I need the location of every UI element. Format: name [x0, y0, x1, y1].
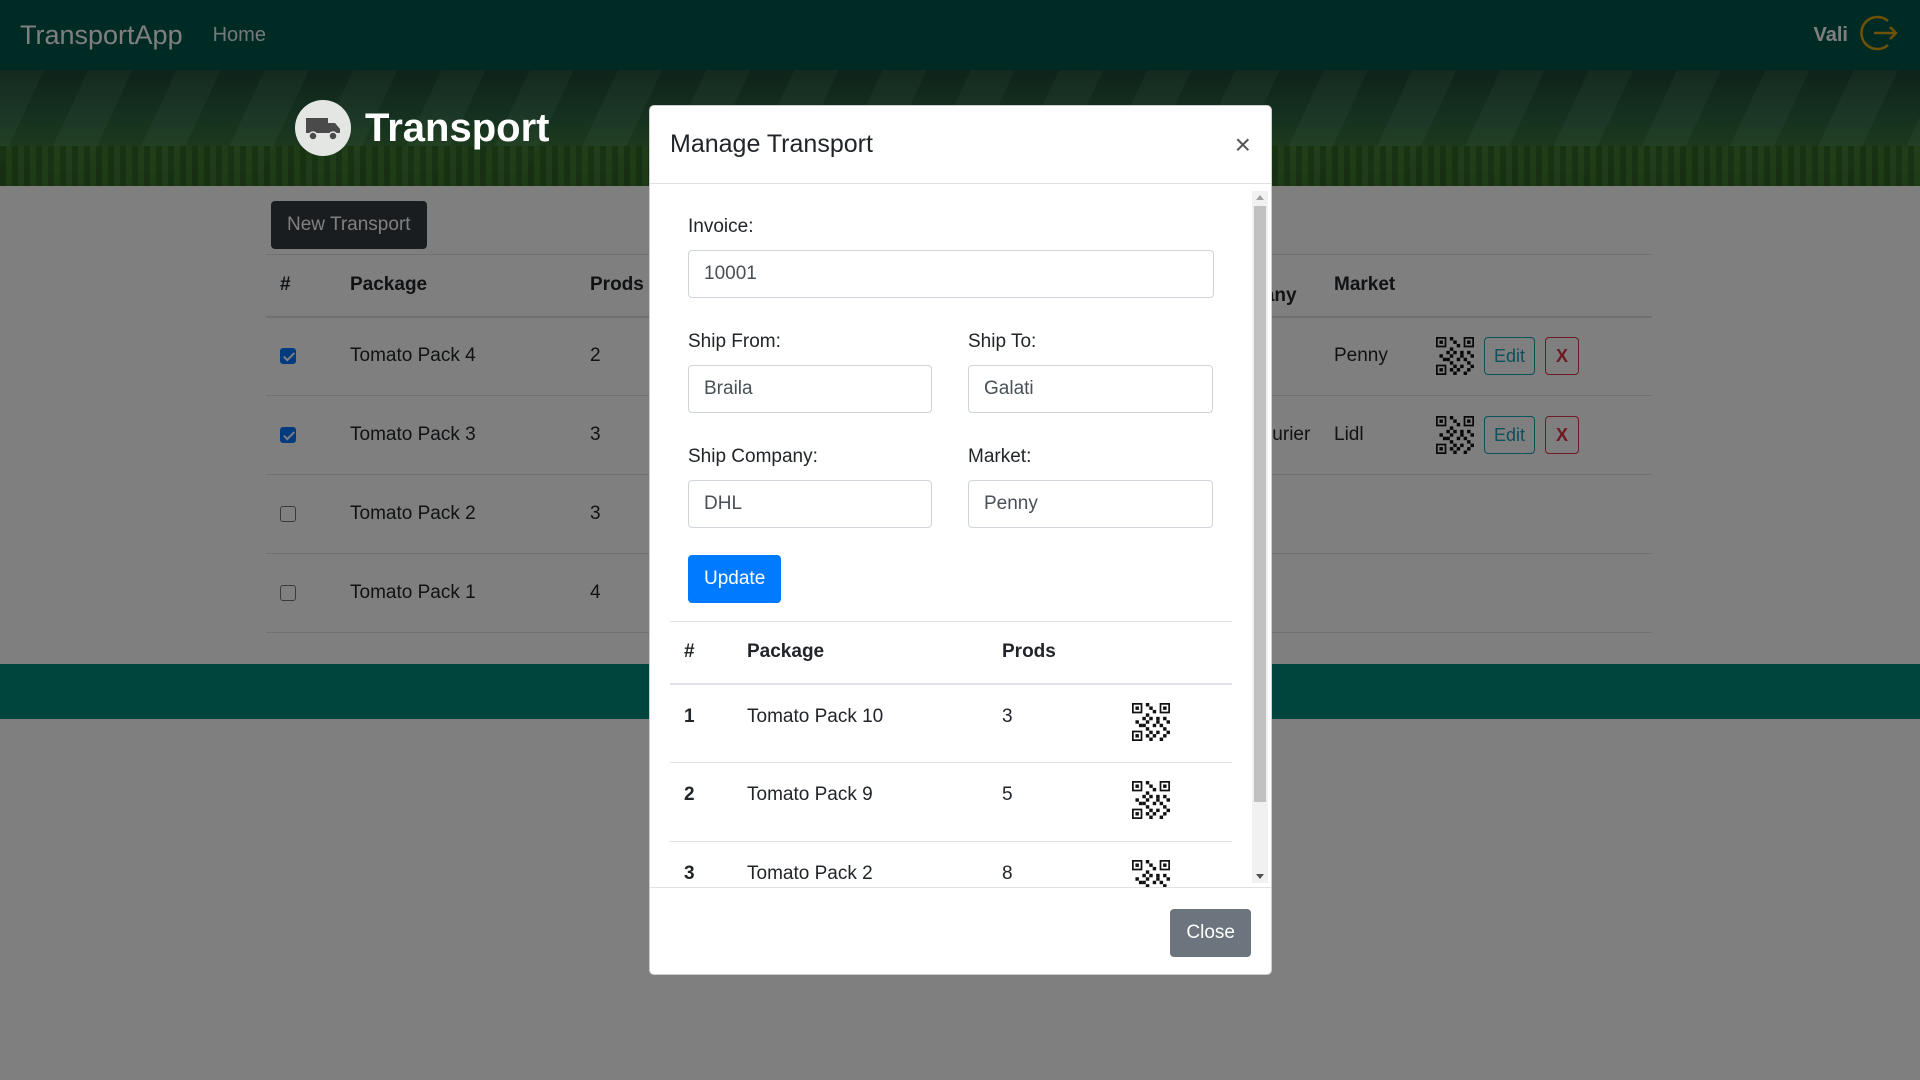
row-package: Tomato Pack 9	[733, 762, 988, 842]
ship-to-label: Ship To:	[968, 331, 1037, 352]
ship-from-label: Ship From:	[688, 331, 781, 352]
ship-to-input[interactable]	[968, 365, 1213, 413]
qr-code-icon[interactable]	[1132, 702, 1170, 741]
page-title: Transport	[365, 105, 550, 150]
qr-code-icon[interactable]	[1132, 860, 1170, 887]
truck-icon	[295, 100, 351, 156]
col-header-prods: Prods	[988, 621, 1118, 685]
table-row: 1 Tomato Pack 10 3	[670, 683, 1232, 763]
modal-footer: Close	[650, 887, 1271, 974]
col-header-qr	[1118, 621, 1232, 685]
ship-company-label: Ship Company:	[688, 446, 818, 467]
col-header-num: #	[670, 621, 733, 685]
scroll-up-arrow-icon[interactable]	[1256, 195, 1264, 200]
ship-from-input[interactable]	[688, 365, 932, 413]
table-row: 3 Tomato Pack 2 8	[670, 841, 1232, 887]
scroll-down-arrow-icon[interactable]	[1256, 874, 1264, 879]
update-button[interactable]: Update	[688, 555, 782, 603]
qr-code-icon[interactable]	[1132, 781, 1170, 819]
invoice-input[interactable]	[688, 250, 1214, 298]
scroll-thumb[interactable]	[1254, 206, 1266, 802]
packages-table: # Package Prods 1 Tomato Pack 10 3 2 Tom…	[670, 621, 1232, 887]
modal-header: Manage Transport ×	[650, 106, 1271, 184]
manage-transport-modal: Manage Transport × Invoice: Ship From: S…	[649, 105, 1272, 975]
row-num: 1	[670, 683, 733, 763]
row-num: 2	[670, 762, 733, 842]
modal-body: Invoice: Ship From: Ship To: Ship Compan…	[650, 185, 1271, 887]
table-header-row: # Package Prods	[670, 621, 1232, 685]
ship-company-input[interactable]	[688, 480, 932, 528]
market-input[interactable]	[968, 480, 1213, 528]
close-button[interactable]: Close	[1170, 909, 1251, 957]
row-num: 3	[670, 841, 733, 887]
hero-heading: Transport	[295, 100, 549, 156]
row-prods: 8	[988, 841, 1118, 887]
market-label: Market:	[968, 446, 1032, 467]
invoice-label: Invoice:	[688, 216, 754, 237]
row-prods: 5	[988, 762, 1118, 842]
col-header-package: Package	[733, 621, 988, 685]
table-row: 2 Tomato Pack 9 5	[670, 762, 1232, 842]
row-package: Tomato Pack 10	[733, 683, 988, 763]
modal-title: Manage Transport	[670, 130, 873, 158]
row-package: Tomato Pack 2	[733, 841, 988, 887]
modal-scrollbar[interactable]	[1252, 191, 1268, 883]
close-icon[interactable]: ×	[1235, 129, 1251, 161]
row-prods: 3	[988, 683, 1118, 763]
